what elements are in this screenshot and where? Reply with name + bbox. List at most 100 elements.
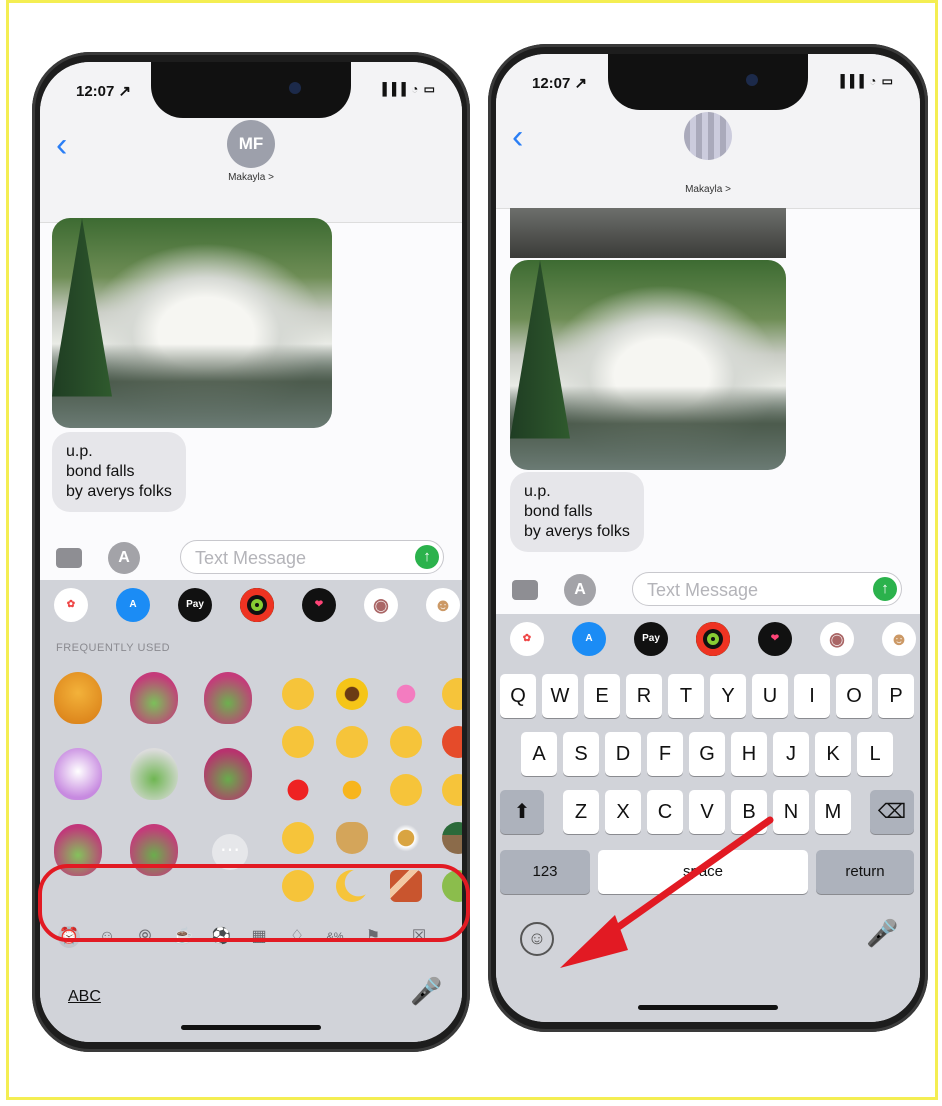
key-b[interactable]: B <box>731 790 767 834</box>
microphone-icon[interactable]: 🎤 <box>410 976 442 1007</box>
app-store-app-icon[interactable]: A <box>116 588 150 622</box>
send-arrow-icon[interactable]: ↑ <box>873 577 897 601</box>
memoji-sticker[interactable] <box>204 672 252 724</box>
memoji-sticker[interactable] <box>130 748 178 800</box>
key-g[interactable]: G <box>689 732 725 776</box>
key-j[interactable]: J <box>773 732 809 776</box>
text-message-placeholder: Text Message <box>647 580 759 600</box>
key-z[interactable]: Z <box>563 790 599 834</box>
waterfall-photo[interactable] <box>52 218 332 428</box>
disappointed-emoji[interactable] <box>442 774 462 806</box>
animoji-app-icon[interactable]: ◉ <box>364 588 398 622</box>
input-bar: A Text Message ↑ <box>40 536 462 580</box>
digital-touch-app-icon[interactable]: ❤ <box>758 622 792 656</box>
memoji-app-icon[interactable]: ☻ <box>426 588 460 622</box>
key-m[interactable]: M <box>815 790 851 834</box>
message-bubble: u.p. bond falls by averys folks <box>52 432 186 512</box>
key-v[interactable]: V <box>689 790 725 834</box>
photos-app-icon[interactable]: ✿ <box>54 588 88 622</box>
app-store-icon[interactable]: A <box>108 542 140 574</box>
apple-pay-app-icon[interactable]: Pay <box>178 588 212 622</box>
category-bar-highlight <box>38 864 470 942</box>
memoji-sticker[interactable] <box>54 672 102 724</box>
key-w[interactable]: W <box>542 674 578 718</box>
memoji-sticker[interactable] <box>204 748 252 800</box>
key-c[interactable]: C <box>647 790 683 834</box>
money-bag-emoji[interactable] <box>336 822 368 854</box>
rock-photo[interactable] <box>510 208 786 258</box>
key-s[interactable]: S <box>563 732 599 776</box>
microphone-icon[interactable]: 🎤 <box>866 918 898 949</box>
memoji-sticker[interactable] <box>54 748 102 800</box>
app-drawer: ✿ A Pay ❤ ◉ ☻ <box>496 614 920 666</box>
abc-keyboard-button[interactable]: ABC <box>68 988 101 1006</box>
waterfall-photo[interactable] <box>510 260 786 470</box>
key-a[interactable]: A <box>521 732 557 776</box>
status-time: 12:07 ↗ <box>532 75 588 92</box>
return-key[interactable]: return <box>816 850 914 894</box>
signal-wifi-battery-icon: ▐▐▐ ◔ ▭ <box>378 82 436 96</box>
apple-pay-app-icon[interactable]: Pay <box>634 622 668 656</box>
back-chevron-icon[interactable]: ‹ <box>56 126 67 165</box>
emoji-keyboard-icon[interactable]: ☺ <box>520 922 554 956</box>
key-i[interactable]: I <box>794 674 830 718</box>
grinning-emoji[interactable] <box>282 678 314 710</box>
contact-name[interactable]: Makayla > <box>40 172 462 183</box>
avatar[interactable] <box>684 112 732 160</box>
frowning-emoji[interactable] <box>282 822 314 854</box>
activity-app-icon[interactable] <box>696 622 730 656</box>
key-f[interactable]: F <box>647 732 683 776</box>
frequently-used-label: FREQUENTLY USED <box>56 642 171 654</box>
back-chevron-icon[interactable]: ‹ <box>512 118 523 157</box>
animoji-app-icon[interactable]: ◉ <box>820 622 854 656</box>
key-e[interactable]: E <box>584 674 620 718</box>
avatar[interactable]: MF <box>227 120 275 168</box>
kissing-emoji[interactable] <box>282 726 314 758</box>
red-heart-emoji[interactable] <box>282 774 314 806</box>
home-indicator <box>181 1025 321 1030</box>
photos-app-icon[interactable]: ✿ <box>510 622 544 656</box>
key-h[interactable]: H <box>731 732 767 776</box>
send-arrow-icon[interactable]: ↑ <box>415 545 439 569</box>
memoji-app-icon[interactable]: ☻ <box>882 622 916 656</box>
screen-right: 12:07 ↗ ▐▐▐ ◔ ▭ ‹ Makayla > u.p. bond fa… <box>496 54 920 1022</box>
memoji-sticker[interactable] <box>130 672 178 724</box>
text-message-field[interactable]: Text Message ↑ <box>632 572 902 606</box>
shift-key[interactable]: ⬆ <box>500 790 544 834</box>
tears-of-joy-emoji[interactable] <box>390 774 422 806</box>
notch <box>608 54 808 110</box>
spaghetti-emoji[interactable] <box>390 822 422 854</box>
two-hearts-emoji[interactable] <box>390 678 422 710</box>
text-message-field[interactable]: Text Message ↑ <box>180 540 444 574</box>
key-o[interactable]: O <box>836 674 872 718</box>
key-k[interactable]: K <box>815 732 851 776</box>
smiling-hearts-emoji[interactable] <box>442 678 462 710</box>
slight-smile-emoji[interactable] <box>336 726 368 758</box>
blush-emoji[interactable] <box>390 726 422 758</box>
app-store-icon[interactable]: A <box>564 574 596 606</box>
key-t[interactable]: T <box>668 674 704 718</box>
sun-emoji[interactable] <box>336 774 368 806</box>
contact-name[interactable]: Makayla > <box>496 184 920 195</box>
delete-key-icon[interactable]: ⌫ <box>870 790 914 834</box>
duck-emoji[interactable] <box>442 822 462 854</box>
space-key[interactable]: space <box>598 850 808 894</box>
key-n[interactable]: N <box>773 790 809 834</box>
sunflower-emoji[interactable] <box>336 678 368 710</box>
activity-app-icon[interactable] <box>240 588 274 622</box>
digital-touch-app-icon[interactable]: ❤ <box>302 588 336 622</box>
camera-icon[interactable] <box>56 548 82 568</box>
key-u[interactable]: U <box>752 674 788 718</box>
numbers-key[interactable]: 123 <box>500 850 590 894</box>
key-p[interactable]: P <box>878 674 914 718</box>
keyboard: ✿ A Pay ❤ ◉ ☻ Q W E R T Y U I O P A S D … <box>496 614 920 1022</box>
app-store-app-icon[interactable]: A <box>572 622 606 656</box>
tomato-emoji[interactable] <box>442 726 462 758</box>
key-l[interactable]: L <box>857 732 893 776</box>
key-y[interactable]: Y <box>710 674 746 718</box>
key-q[interactable]: Q <box>500 674 536 718</box>
key-d[interactable]: D <box>605 732 641 776</box>
camera-icon[interactable] <box>512 580 538 600</box>
key-r[interactable]: R <box>626 674 662 718</box>
key-x[interactable]: X <box>605 790 641 834</box>
